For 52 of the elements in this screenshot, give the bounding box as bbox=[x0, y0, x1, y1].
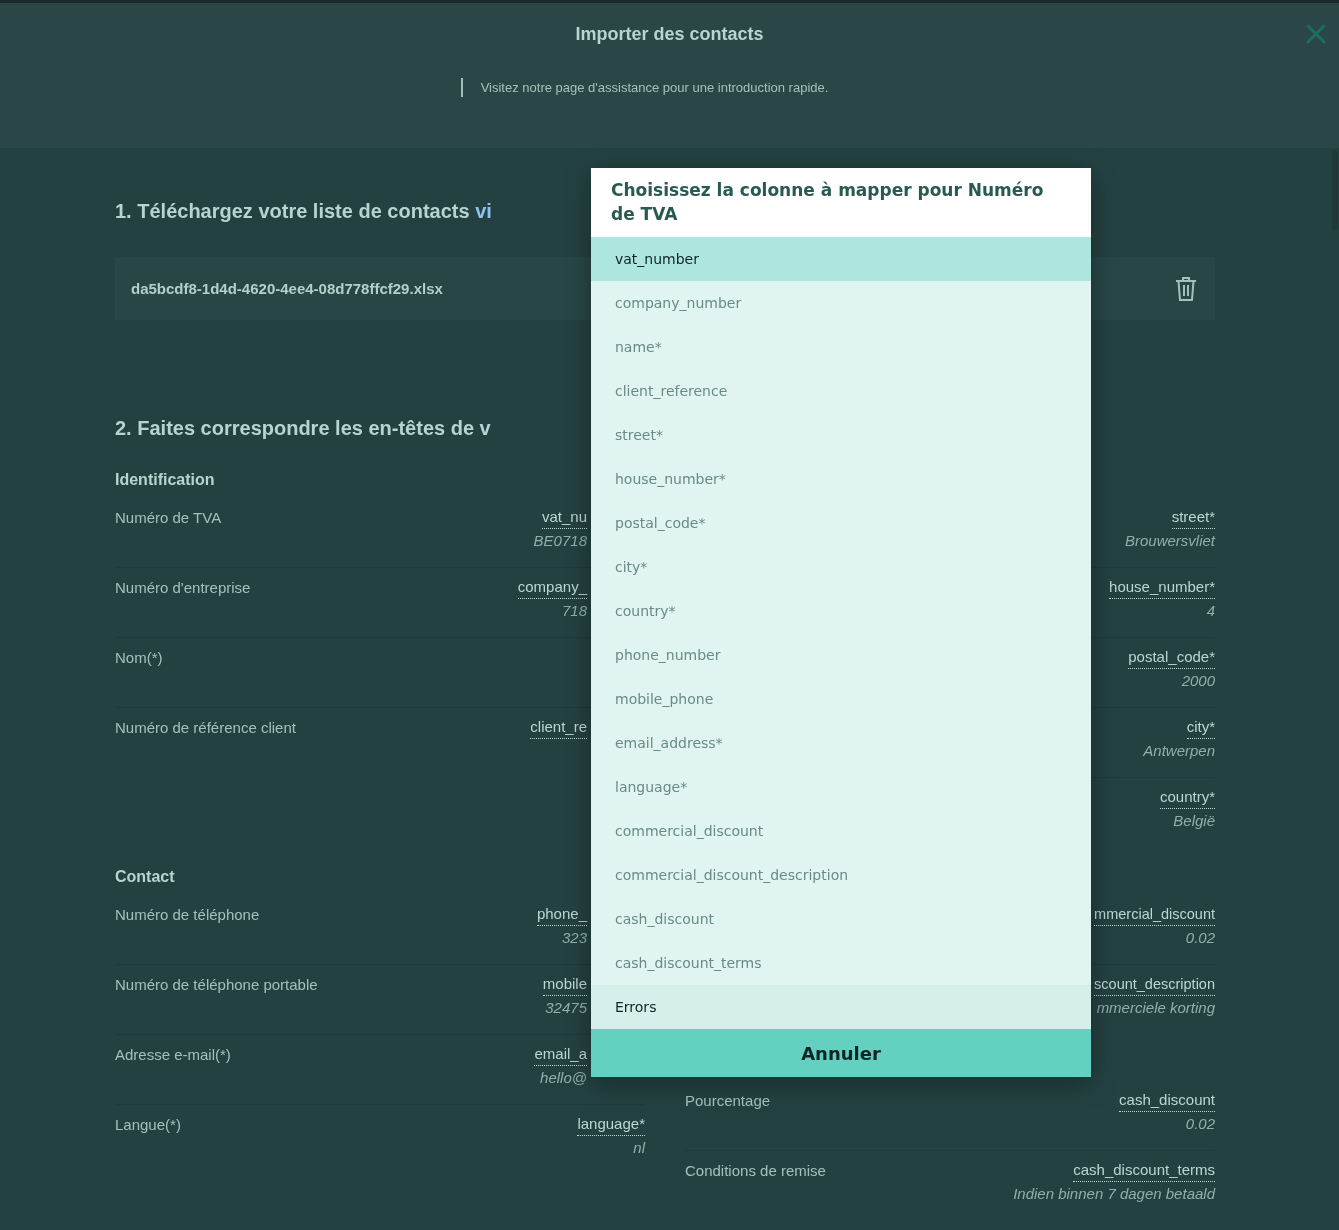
column-option[interactable]: vat_number bbox=[591, 237, 1091, 281]
field-label: Numéro de TVA bbox=[115, 508, 222, 528]
sample-value: Brouwersvliet bbox=[1124, 531, 1215, 551]
section-heading: 2. Faites correspondre les en-têtes de v bbox=[115, 416, 491, 441]
column-select[interactable]: scount_description bbox=[1094, 973, 1215, 996]
field-label: Numéro d'entreprise bbox=[115, 578, 251, 598]
sample-value: 2000 bbox=[1181, 671, 1215, 691]
section-heading: 1. Téléchargez votre liste de contacts bbox=[115, 200, 471, 222]
sample-value: mmerciele korting bbox=[1096, 998, 1215, 1018]
sample-value: nl bbox=[633, 1138, 645, 1158]
column-select[interactable]: phone_ bbox=[536, 903, 587, 926]
field-label: Pourcentage bbox=[685, 1091, 771, 1111]
help-text: Visitez notre page d'assistance pour une introduction rapide. bbox=[460, 78, 829, 97]
field-label: Numéro de téléphone portable bbox=[115, 975, 318, 995]
column-select[interactable]: city* bbox=[1186, 716, 1215, 739]
column-select[interactable]: mmercial_discount bbox=[1094, 903, 1215, 926]
trash-icon[interactable] bbox=[1175, 275, 1197, 302]
sample-value: 323 bbox=[561, 928, 587, 948]
sample-value: Indien binnen 7 dagen betaald bbox=[1013, 1184, 1215, 1204]
sample-value: BE0718 bbox=[533, 531, 587, 551]
cancel-button[interactable]: Annuler bbox=[591, 1029, 1091, 1077]
column-select[interactable]: client_re bbox=[530, 716, 587, 739]
column-select[interactable]: cash_discount_terms bbox=[1073, 1159, 1215, 1182]
column-select[interactable]: vat_nu bbox=[541, 506, 587, 529]
column-select[interactable]: postal_code* bbox=[1128, 646, 1215, 669]
sample-value: 4 bbox=[1206, 601, 1215, 621]
field-label: Nom(*) bbox=[115, 648, 163, 668]
column-select[interactable]: language* bbox=[577, 1113, 645, 1136]
column-select[interactable]: house_number* bbox=[1109, 576, 1215, 599]
field-label: Conditions de remise bbox=[685, 1161, 826, 1181]
sample-value: 0.02 bbox=[1185, 928, 1215, 948]
sample-value: 718 bbox=[561, 601, 587, 621]
column-select[interactable]: cash_discount bbox=[1119, 1089, 1215, 1112]
column-select[interactable]: mobile bbox=[542, 973, 587, 996]
column-select[interactable]: street* bbox=[1171, 506, 1215, 529]
dialog-title: Importer des contacts bbox=[575, 23, 764, 46]
column-option[interactable]: Errors bbox=[591, 985, 1091, 1029]
column-select[interactable]: country* bbox=[1159, 786, 1215, 809]
column-select[interactable]: email_a bbox=[534, 1043, 587, 1066]
field-label: Adresse e-mail(*) bbox=[115, 1045, 231, 1065]
field-label: Langue(*) bbox=[115, 1115, 181, 1135]
link[interactable]: vi bbox=[475, 200, 492, 222]
sample-value: 0.02 bbox=[1185, 1114, 1215, 1134]
field-label: Numéro de référence client bbox=[115, 718, 296, 738]
column-select[interactable]: company_ bbox=[517, 576, 587, 599]
dialog-title: Choisissez la colonne à mapper pour Numéro de TVA bbox=[591, 168, 1091, 237]
sample-value: België bbox=[1173, 811, 1215, 831]
file-name: da5bcdf8-1d4d-4620-4ee4-08d778ffcf29.xlsx bbox=[131, 280, 443, 297]
field-label: Numéro de téléphone bbox=[115, 905, 260, 925]
sample-value: Antwerpen bbox=[1143, 741, 1215, 761]
sample-value: hello@ bbox=[540, 1068, 587, 1088]
sample-value: 32475 bbox=[545, 998, 587, 1018]
